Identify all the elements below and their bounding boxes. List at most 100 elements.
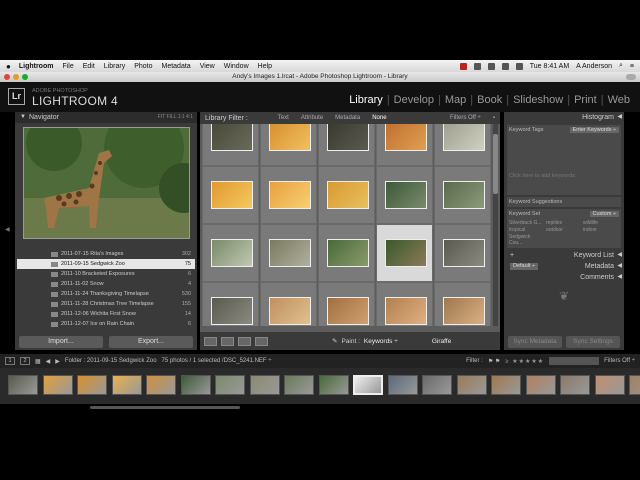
filmstrip-thumbnail[interactable] [249, 375, 280, 395]
close-window-button[interactable] [4, 74, 10, 80]
filmstrip-thumbnail[interactable] [387, 375, 418, 395]
source-folder[interactable]: Folder : 2011-09-15 Sedgwick Zoo [65, 358, 157, 364]
status-icon[interactable] [459, 62, 467, 70]
menu-edit[interactable]: Edit [83, 63, 95, 70]
filmstrip-thumbnail[interactable] [215, 375, 245, 395]
grid-cell[interactable] [318, 124, 375, 166]
sync-metadata-button[interactable]: Sync Metadata [508, 336, 562, 348]
left-panel-toggle[interactable]: ◀ [2, 112, 14, 350]
photo-thumbnail[interactable] [327, 124, 369, 151]
import-button[interactable]: Import... [19, 336, 103, 348]
histogram-header[interactable]: Histogram ◀ [504, 112, 624, 123]
module-print[interactable]: Print [570, 94, 601, 106]
filmstrip-thumbnail[interactable] [422, 375, 452, 395]
keyword-set-item[interactable]: wildlife [583, 220, 619, 226]
photo-thumbnail[interactable] [443, 297, 485, 325]
lock-icon[interactable]: ▪ [493, 115, 495, 121]
grid-cell[interactable] [260, 124, 317, 166]
sync-settings-button[interactable]: Sync Settings [566, 336, 620, 348]
filter-none-tab[interactable]: None [372, 115, 386, 121]
paint-keywords-dropdown[interactable]: Keywords ÷ [364, 338, 398, 345]
module-web[interactable]: Web [604, 94, 634, 106]
photo-thumbnail[interactable] [385, 239, 427, 267]
keyword-set-item[interactable]: tropical [509, 227, 545, 233]
keyword-set-item[interactable]: reptiles [546, 220, 582, 226]
grid-cell[interactable] [318, 224, 375, 282]
grid-cell[interactable] [202, 224, 259, 282]
filmstrip-thumbnail-selected[interactable] [353, 375, 383, 395]
grid-cell-selected[interactable] [376, 224, 433, 282]
photo-thumbnail[interactable] [327, 181, 369, 209]
module-slideshow[interactable]: Slideshow [509, 94, 567, 106]
minimize-window-button[interactable] [13, 74, 19, 80]
survey-view-icon[interactable] [255, 336, 268, 346]
photo-thumbnail[interactable] [385, 297, 427, 325]
navigator-zoom-options[interactable]: FIT FILL 1:1 4:1 [158, 112, 193, 123]
filters-off-dropdown[interactable]: Filters Off ÷ [450, 115, 481, 121]
spotlight-icon[interactable]: ⌕ [619, 62, 623, 70]
grid-cell[interactable] [202, 124, 259, 166]
compare-view-icon[interactable] [238, 336, 251, 346]
module-develop[interactable]: Develop [390, 94, 438, 106]
filmstrip-thumbnail[interactable] [594, 375, 625, 395]
photo-thumbnail[interactable] [211, 124, 253, 151]
clock[interactable]: Tue 8:41 AM [530, 63, 569, 70]
module-book[interactable]: Book [473, 94, 506, 106]
filmstrip-thumbnail[interactable] [284, 375, 314, 395]
grid-cell[interactable] [434, 224, 491, 282]
grid-cell[interactable] [318, 282, 375, 326]
folder-row-selected[interactable]: 2011-09-15 Sedgwick Zoo 75 [17, 259, 195, 269]
grid-view-icon[interactable] [204, 336, 217, 346]
secondary-window-button[interactable]: 2 [20, 357, 30, 365]
grid-cell[interactable] [260, 224, 317, 282]
grid-cell[interactable] [376, 282, 433, 326]
module-library[interactable]: Library [345, 94, 387, 106]
folder-row[interactable]: 2011-11-24 Thanksgiving Timelapse 530 [17, 289, 195, 299]
photo-thumbnail[interactable] [443, 239, 485, 267]
keyword-text-area[interactable] [509, 133, 619, 173]
apple-menu-icon[interactable]: ● [6, 62, 11, 71]
grid-cell[interactable] [376, 124, 433, 166]
zoom-window-button[interactable] [22, 74, 28, 80]
paint-keyword-field[interactable]: Giraffe [432, 338, 451, 345]
metadata-header[interactable]: Default ÷ Metadata ◀ [504, 261, 624, 272]
grid-scrollbar[interactable] [493, 124, 498, 326]
filter-attribute-tab[interactable]: Attribute [301, 115, 323, 121]
add-keywords-hint[interactable]: Click here to add keywords [509, 173, 619, 179]
color-label-filter[interactable] [549, 357, 600, 365]
add-keyword-icon[interactable]: + [510, 250, 514, 261]
menu-file[interactable]: File [62, 63, 73, 70]
forward-arrow-icon[interactable]: ▶ [55, 358, 60, 365]
filter-text-tab[interactable]: Text [278, 115, 289, 121]
keyword-set-item[interactable]: outdoor [546, 227, 582, 233]
filters-off-dropdown[interactable]: Filters Off ÷ [604, 358, 635, 364]
filmstrip-thumbnail[interactable] [560, 375, 590, 395]
photo-thumbnail[interactable] [327, 239, 369, 267]
menu-metadata[interactable]: Metadata [162, 63, 191, 70]
grid-cell[interactable] [376, 166, 433, 224]
menu-lightroom[interactable]: Lightroom [19, 63, 54, 70]
list-icon[interactable]: ≡ [630, 63, 634, 70]
painter-icon[interactable]: ✎ [332, 337, 337, 345]
user-name[interactable]: A Anderson [576, 63, 612, 70]
photo-thumbnail[interactable] [211, 181, 253, 209]
photo-thumbnail[interactable] [211, 297, 253, 325]
keyword-set-item[interactable]: indoor [583, 227, 619, 233]
star-filter[interactable]: ≥ ★★★★★ [505, 358, 544, 365]
grid-cell[interactable] [434, 282, 491, 326]
folder-row[interactable]: 2011-11-02 Snow 4 [17, 279, 195, 289]
folder-row[interactable]: 2011-11-28 Christmas Tree Timelapse 155 [17, 299, 195, 309]
filmstrip-thumbnail[interactable] [491, 375, 521, 395]
filmstrip-thumbnail[interactable] [629, 375, 640, 395]
folder-row[interactable]: 2011-12-06 Wichita First Snow 14 [17, 309, 195, 319]
keyword-set-item[interactable]: Silverback G... [509, 220, 545, 226]
menu-library[interactable]: Library [104, 63, 125, 70]
filmstrip-thumbnail[interactable] [42, 375, 73, 395]
status-icon[interactable] [473, 62, 481, 70]
photo-thumbnail[interactable] [269, 297, 311, 325]
module-map[interactable]: Map [441, 94, 470, 106]
filmstrip-thumbnail[interactable] [111, 375, 142, 395]
grid-cell[interactable] [260, 282, 317, 326]
loupe-view-icon[interactable] [221, 336, 234, 346]
photo-count[interactable]: 75 photos / 1 selected /DSC_5241.NEF ÷ [162, 358, 272, 364]
